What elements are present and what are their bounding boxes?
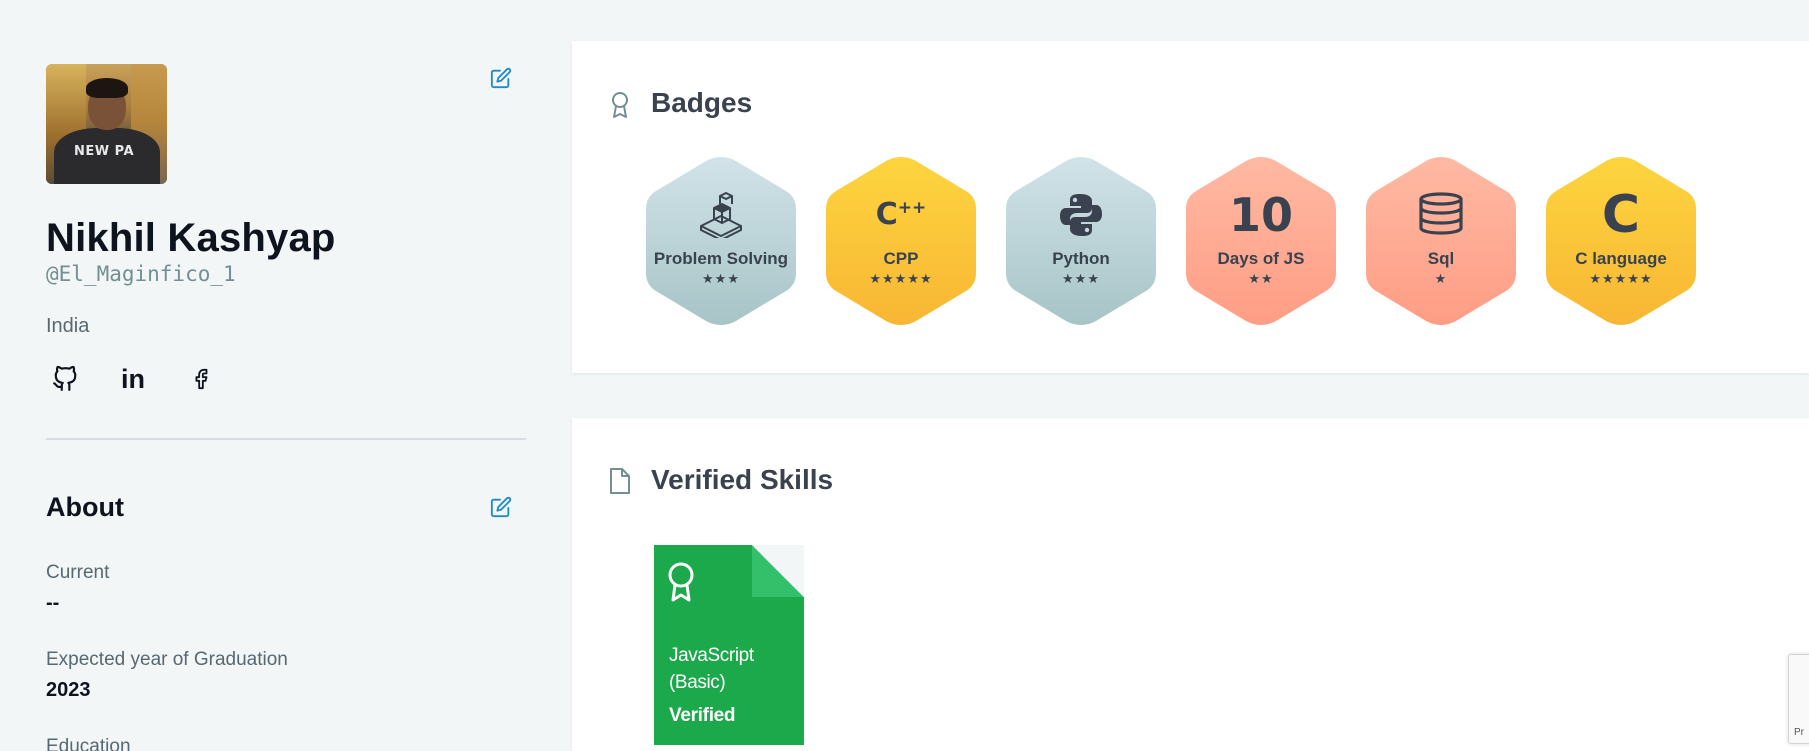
badge-c-language[interactable]: C C language ★★★★★ (1546, 157, 1696, 325)
badge-label: Sql (1427, 249, 1455, 268)
github-icon (53, 365, 77, 391)
certificate-fold (752, 545, 804, 597)
badge-icon (612, 92, 628, 118)
badge-sql[interactable]: Sql ★ (1366, 157, 1516, 325)
facebook-icon (195, 368, 208, 390)
badge-problem-solving[interactable]: Problem Solving ★★★ (646, 157, 796, 325)
skill-name: JavaScript (Basic) (669, 645, 754, 693)
edit-about-button[interactable] (490, 496, 512, 518)
badges-title: Badges (651, 87, 753, 118)
edit-icon (490, 496, 512, 518)
profile-page: NEW PA Nikhil Kashyap @El_Maginfico_1 In… (0, 0, 1809, 751)
profile-country: India (46, 315, 90, 337)
badge-stars: ★ (1434, 272, 1448, 287)
badges-card: Badges Problem Solving ★★★ C++ CPP ★★★★★… (572, 41, 1809, 373)
badges-list: Problem Solving ★★★ C++ CPP ★★★★★ Python… (646, 157, 1746, 325)
graduation-year-value: 2023 (46, 679, 91, 701)
badge-hexagon (646, 157, 796, 325)
about-title: About (46, 492, 124, 522)
verified-skills-title: Verified Skills (651, 464, 834, 495)
social-links: in (52, 364, 214, 394)
badge-stars: ★★ (1248, 272, 1274, 287)
badge-stars: ★★★ (702, 272, 740, 287)
badge-label: CPP (883, 249, 919, 268)
verified-skills-card: Verified Skills JavaScript (Basic) Verif… (572, 418, 1809, 751)
badge-cpp[interactable]: C++ CPP ★★★★★ (826, 157, 976, 325)
document-icon (610, 468, 630, 494)
current-value: -- (46, 592, 60, 614)
profile-name: Nikhil Kashyap (46, 216, 336, 260)
badge-label: Problem Solving (653, 249, 789, 268)
avatar[interactable]: NEW PA (46, 64, 167, 184)
badge-days-of-js[interactable]: 10 Days of JS ★★ (1186, 157, 1336, 325)
badge-hexagon (826, 157, 976, 325)
recaptcha-badge[interactable]: Pr (1788, 654, 1809, 744)
current-label: Current (46, 562, 110, 583)
c-language-icon: C (1601, 185, 1641, 245)
badge-hexagon (1006, 157, 1156, 325)
linkedin-icon: in (121, 363, 145, 394)
avatar-shirt-text: NEW PA (74, 144, 135, 159)
badge-stars: ★★★★★ (869, 272, 933, 287)
profile-handle: @El_Maginfico_1 (46, 262, 236, 286)
badge-label: C language (1575, 249, 1667, 268)
badge-python[interactable]: Python ★★★ (1006, 157, 1156, 325)
badge-hexagon (1366, 157, 1516, 325)
problem-solving-icon (646, 191, 796, 239)
badge-label: Days of JS (1217, 249, 1305, 268)
cpp-icon: C++ (875, 197, 927, 232)
edit-profile-button[interactable] (490, 67, 512, 89)
edit-icon (490, 67, 512, 89)
database-icon (1366, 191, 1516, 239)
profile-sidebar: NEW PA Nikhil Kashyap @El_Maginfico_1 In… (46, 0, 528, 751)
graduation-year-label: Expected year of Graduation (46, 649, 288, 670)
certificate-icon (668, 562, 694, 602)
days-of-js-icon: 10 (1228, 188, 1293, 242)
recaptcha-text: Pr (1794, 727, 1804, 738)
facebook-link[interactable] (188, 364, 214, 394)
skill-certificate-javascript-basic[interactable]: JavaScript (Basic) Verified (654, 545, 804, 745)
education-label: Education (46, 736, 131, 751)
github-link[interactable] (52, 364, 78, 394)
python-icon (1006, 191, 1156, 239)
skill-status: Verified (669, 705, 736, 726)
linkedin-link[interactable]: in (120, 364, 146, 394)
badge-label: Python (1052, 249, 1110, 268)
section-divider (46, 438, 526, 440)
badge-stars: ★★★ (1062, 272, 1100, 287)
badge-stars: ★★★★★ (1589, 272, 1653, 287)
